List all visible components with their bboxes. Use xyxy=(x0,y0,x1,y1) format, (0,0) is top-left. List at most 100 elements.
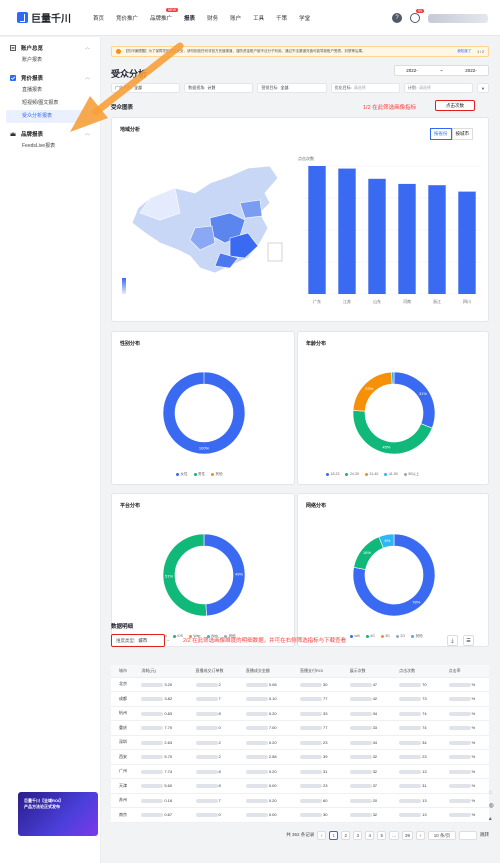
perspective-filter[interactable]: 数据视角: 计划 xyxy=(184,83,254,93)
slice-24-30[interactable] xyxy=(352,410,433,455)
chat-icon[interactable]: ◌ xyxy=(489,790,494,796)
toggle-province[interactable]: 按省份 xyxy=(430,128,452,140)
back-to-top-icon[interactable]: ▴ xyxy=(489,815,494,822)
nav-home[interactable]: 首页 xyxy=(87,14,110,22)
next-page-button[interactable]: › xyxy=(416,830,425,840)
nav-finance[interactable]: 财务 xyxy=(201,14,224,22)
legend-item[interactable]: 其他 xyxy=(411,634,423,639)
sidebar-item-audience-report[interactable]: 受众分析报表 xyxy=(6,110,94,123)
filter-value: 全部 xyxy=(134,85,143,90)
jump-label[interactable]: 跳转 xyxy=(480,832,489,838)
notification-button[interactable]: 99 xyxy=(410,9,424,23)
legend-item[interactable]: 男性 xyxy=(193,472,205,477)
legend-item[interactable]: 2G xyxy=(395,634,405,639)
page-ellipsis[interactable]: ... xyxy=(389,830,399,840)
redacted-mask xyxy=(195,798,218,803)
legend-item[interactable]: 18-23 xyxy=(326,472,339,477)
col-impressions[interactable]: 展示次数 xyxy=(341,665,392,678)
table-row[interactable]: 广州 7.74 8 0.20 31 32 13% xyxy=(111,764,489,779)
table-row[interactable]: 深圳 2.63 2 0.20 23 34 34% xyxy=(111,735,489,750)
nav-reports[interactable]: 报表 xyxy=(178,14,201,22)
bar-山东[interactable] xyxy=(368,178,386,294)
metric-select[interactable]: 点击次数 xyxy=(435,100,475,111)
table-row[interactable]: 杭州 0.83 8 0.20 33 34 74% xyxy=(111,706,489,721)
sidebar-item-live-report[interactable]: 直播报表 xyxy=(0,84,100,97)
slice-31-40[interactable] xyxy=(352,371,393,412)
legend-item[interactable]: 4G xyxy=(365,634,375,639)
col-roi[interactable]: 直播支付ROI xyxy=(292,665,342,678)
col-city[interactable]: 城市 xyxy=(111,665,134,678)
col-clicks[interactable]: 点击次数 xyxy=(391,665,441,678)
table-row[interactable]: 西安 5.70 2 2.58 39 32 23% xyxy=(111,749,489,765)
bar-江苏[interactable] xyxy=(338,168,356,294)
table-row[interactable]: 天津 5.60 8 0.00 23 37 31% xyxy=(111,778,489,794)
nav-qiance[interactable]: 千策 xyxy=(270,14,293,22)
sidebar-item-video-report[interactable]: 短视频/图文报表 xyxy=(0,97,100,110)
marketing-goal-filter[interactable]: 营销目标: 全部 xyxy=(257,83,327,93)
legend-item[interactable]: 50以上 xyxy=(403,472,419,477)
table-row[interactable]: 南京 0.67 0 0.00 30 32 13% xyxy=(111,807,489,823)
nav-brand[interactable]: 品牌推广 NEW xyxy=(144,7,179,22)
bar-四川[interactable] xyxy=(458,191,476,294)
legend-item[interactable]: 3G xyxy=(380,634,390,639)
table-row[interactable]: 成都 3.82 7 0.10 77 42 73% xyxy=(111,691,489,707)
slice-18-23[interactable] xyxy=(393,371,436,429)
columns-setting-icon[interactable]: ☰ xyxy=(463,635,474,646)
prev-page-button[interactable]: ‹ xyxy=(317,830,327,840)
notice-dismiss-link[interactable]: 我知道了 xyxy=(457,49,471,54)
bar-广东[interactable] xyxy=(308,166,326,294)
legend-item[interactable]: 其他 xyxy=(211,472,223,477)
headset-icon[interactable]: ◍ xyxy=(489,802,494,809)
table-row[interactable]: 重庆 7.70 0 7.00 77 33 74% xyxy=(111,720,489,736)
optimization-goal-filter[interactable]: 优化目标: 请选择 xyxy=(330,83,400,93)
col-ctr[interactable]: 点击率 xyxy=(440,665,489,678)
china-map[interactable] xyxy=(120,158,290,278)
promo-banner[interactable]: 巨量千川【全域ROI】 产品方法论正式发布 xyxy=(18,792,98,836)
col-cost[interactable]: 消耗(元) xyxy=(133,665,188,678)
nav-tools[interactable]: 工具 xyxy=(247,14,270,22)
bar-浙江[interactable] xyxy=(428,185,446,294)
slice-女性[interactable] xyxy=(162,371,246,455)
download-icon[interactable]: ⤓ xyxy=(447,635,458,646)
date-range-picker[interactable]: 2022- ~ 2022- xyxy=(394,65,489,76)
col-gmv[interactable]: 直播成交金额 xyxy=(237,665,293,678)
dimension-select[interactable]: 维度类型: 城市 xyxy=(111,634,165,647)
bar-河南[interactable] xyxy=(398,183,416,294)
page-5[interactable]: 5 xyxy=(377,830,387,840)
legend-item[interactable]: 41-50 xyxy=(384,472,398,477)
page-last[interactable]: 39 xyxy=(401,830,413,840)
sidebar-group-overview[interactable]: 账户总览 ︿ xyxy=(0,41,100,54)
account-menu[interactable] xyxy=(428,13,488,23)
help-icon[interactable]: ? xyxy=(392,13,402,23)
nav-account[interactable]: 账户 xyxy=(224,14,247,22)
brand-logo[interactable]: 巨量千川 xyxy=(17,10,87,25)
platform-filter[interactable]: 广告平台: 全部 xyxy=(111,83,181,93)
page-size-select[interactable]: 10 条/页 xyxy=(428,830,456,840)
campaign-filter[interactable]: 计划: 请选择 xyxy=(403,83,474,93)
legend-item[interactable]: 女性 xyxy=(176,472,188,477)
page-1[interactable]: 1 xyxy=(329,830,339,840)
legend-item[interactable]: 24-30 xyxy=(345,472,359,477)
cell-value: 73 xyxy=(422,696,427,702)
page-2[interactable]: 2 xyxy=(341,830,351,840)
sidebar-group-bidding[interactable]: 竞价报表 ︿ xyxy=(0,71,100,84)
page-jump-input[interactable] xyxy=(459,830,477,840)
nav-bidding[interactable]: 竞价推广 xyxy=(110,14,144,22)
nav-academy[interactable]: 学堂 xyxy=(293,14,316,22)
sidebar-item-feedslive-report[interactable]: FeedsLive报表 xyxy=(0,140,100,153)
table-row[interactable]: 苏州 0.16 7 0.20 60 20 13% xyxy=(111,793,489,808)
notice-pager[interactable]: 1 / 2 xyxy=(477,50,484,54)
legend-item[interactable]: wifi xyxy=(350,634,360,639)
chevron-down-icon[interactable]: ⌄ xyxy=(166,637,170,643)
page-4[interactable]: 4 xyxy=(365,830,375,840)
legend-item[interactable]: iOS xyxy=(172,634,183,639)
legend-item[interactable]: 31-40 xyxy=(364,472,378,477)
slice-41-50[interactable] xyxy=(391,371,395,385)
page-3[interactable]: 3 xyxy=(353,830,363,840)
sidebar-group-brand[interactable]: 品牌报表 ︿ xyxy=(0,127,100,140)
table-row[interactable]: 北京 3.20 2 0.08 30 47 70% xyxy=(111,677,489,692)
sidebar-item-account-report[interactable]: 账户报表 xyxy=(0,54,100,67)
col-orders[interactable]: 直播成交订单数 xyxy=(187,665,238,678)
filter-funnel-button[interactable]: ▼ xyxy=(477,83,490,93)
toggle-city[interactable]: 按城市 xyxy=(451,128,473,140)
